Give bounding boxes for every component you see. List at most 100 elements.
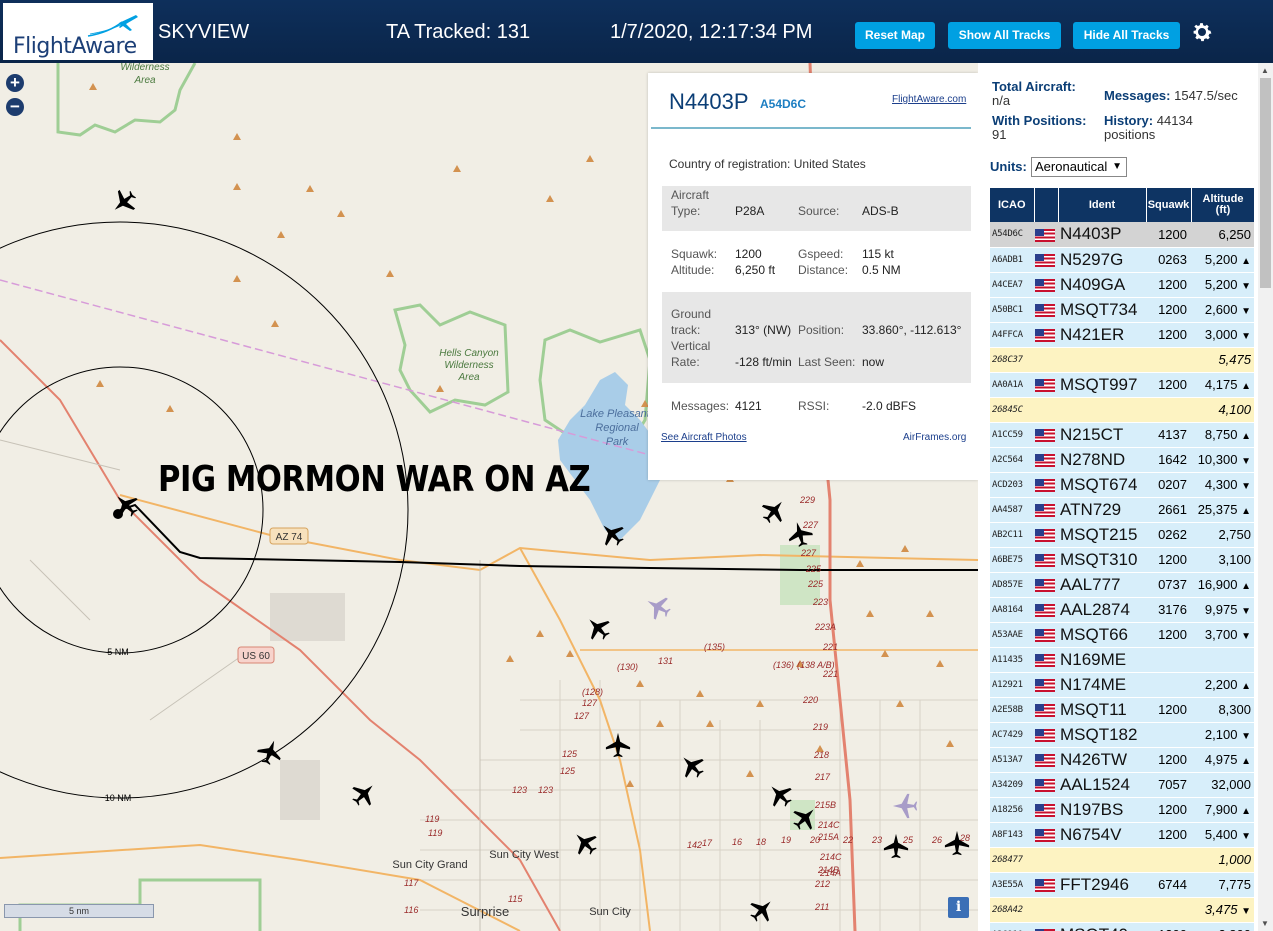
icao-cell: A8F143 [990,822,1034,848]
label-wilderness-area: Wilderness [120,63,169,73]
messages-label: Messages: [671,399,730,413]
aircraft-type-label-2: Type: [671,204,701,218]
aircraft-row[interactable]: A2C564 N278ND 1642 10,300 ▼ [990,447,1254,473]
aircraft-plane-icon[interactable] [581,611,615,645]
aircraft-row[interactable]: 268477 1,000 [990,847,1254,873]
lake-pleasant-pkwy [519,547,651,931]
aircraft-row[interactable]: A36910 MSQT401200 2,800 [990,922,1254,931]
us-flag-icon [1035,829,1055,843]
aircraft-row[interactable]: AA0A1A MSQT997 1200 4,175 ▲ [990,372,1254,398]
aircraft-row[interactable]: AB2C11 MSQT215 0262 2,750 [990,522,1254,548]
us-flag-icon [1035,579,1055,593]
aircraft-row[interactable]: A4FFCA N421ER 1200 3,000 ▼ [990,322,1254,348]
aircraft-row[interactable]: A2E58B MSQT11 1200 8,300 [990,697,1254,723]
aircraft-row[interactable]: A513A7 N426TW 1200 4,975 ▲ [990,747,1254,773]
us60-road [0,339,561,931]
aircraft-row[interactable]: A8F143 N6754V 1200 5,400 ▼ [990,822,1254,848]
city-grid [420,680,978,931]
airframes-link[interactable]: AirFrames.org [903,432,966,443]
aircraft-plane-icon[interactable] [568,826,602,860]
altitude-value: 5,400 [1204,827,1238,842]
altitude-cell: 3,100 [1191,547,1254,573]
aircraft-row[interactable]: A6BE75 MSQT310 1200 3,100 [990,547,1254,573]
ident-cell [1058,847,1146,873]
scrollbar-thumb[interactable] [1260,78,1271,288]
aircraft-plane-icon[interactable] [347,777,381,811]
aircraft-row[interactable]: A50BC1 MSQT734 1200 2,600 ▼ [990,297,1254,323]
aircraft-row[interactable]: A53AAE MSQT66 1200 3,700 ▼ [990,622,1254,648]
ident-cell: N4403P [1058,222,1146,248]
aircraft-plane-icon[interactable] [757,494,791,528]
flag-cell [1034,422,1058,448]
icao-cell: A2C564 [990,447,1034,473]
scroll-up-icon[interactable]: ▲ [1261,66,1269,75]
popup-hex: A54D6C [760,97,807,111]
aircraft-row[interactable]: AC7429 MSQT182 2,100 ▼ [990,722,1254,748]
show-all-tracks-button[interactable]: Show All Tracks [948,22,1061,49]
aircraft-row[interactable]: ACD203 MSQT674 0207 4,300 ▼ [990,472,1254,498]
aircraft-row[interactable]: AA4587 ATN729 2661 25,375 ▲ [990,497,1254,523]
aircraft-row[interactable]: A1CC59 N215CT 4137 8,750 ▲ [990,422,1254,448]
aircraft-row[interactable]: AA8164 AAL2874 3176 9,975 ▼ [990,597,1254,623]
altitude-cell: 10,300 ▼ [1191,447,1254,473]
altitude-trend-icon: ▲ [1241,506,1251,517]
aircraft-row[interactable]: 26845C 4,100 [990,397,1254,423]
col-flag[interactable] [1034,188,1059,222]
aircraft-row[interactable]: A3E55A FFT2946 6744 7,775 [990,872,1254,898]
ident-cell: MSQT66 [1058,622,1146,648]
altitude-value: 4,300 [1204,477,1238,492]
flightaware-link[interactable]: FlightAware.com [892,94,966,105]
aircraft-photos-link[interactable]: See Aircraft Photos [661,432,747,443]
aircraft-row[interactable]: 268A42 3,475 ▼ [990,897,1254,923]
altitude-cell: 2,750 [1191,522,1254,548]
exit-number-label: 215A [817,832,839,842]
hide-all-tracks-button[interactable]: Hide All Tracks [1073,22,1180,49]
aircraft-row[interactable]: 268C37 5,475 [990,347,1254,373]
altitude-value: 2,100 [1204,727,1238,742]
aircraft-plane-icon[interactable] [641,590,674,623]
col-ident[interactable]: Ident [1058,188,1147,222]
flightaware-logo[interactable]: FlightAware [3,3,153,60]
squawk-cell: 6744 [1146,872,1191,898]
flag-cell [1034,297,1058,323]
flag-cell [1034,372,1058,398]
zoom-out-button[interactable]: − [6,98,24,116]
col-altitude[interactable]: Altitude (ft) [1191,188,1254,222]
aircraft-row[interactable]: A4CEA7 N409GA 1200 5,200 ▼ [990,272,1254,298]
aircraft-row[interactable]: A6ADB1 N5297G 0263 5,200 ▲ [990,247,1254,273]
aircraft-panel: Total Aircraft: n/a Messages: 1547.5/sec… [978,63,1273,931]
exit-number-label: 125 [560,766,576,776]
rssi-value: -2.0 dBFS [862,399,917,413]
scroll-down-icon[interactable]: ▼ [1261,919,1269,928]
ident-cell: N169ME [1058,647,1146,673]
aircraft-plane-icon[interactable] [605,732,631,758]
chevron-down-icon: ▼ [1112,161,1122,172]
altitude-value: 6,250 [1218,226,1251,242]
aircraft-row[interactable]: A34209 AAL1524 7057 32,000 [990,772,1254,798]
col-icao[interactable]: ICAO [990,188,1035,222]
col-squawk[interactable]: Squawk [1146,188,1192,222]
position-value: 33.860°, -112.613° [862,323,962,337]
altitude-value: 4,975 [1204,752,1238,767]
popup-band-track [662,292,971,383]
info-button[interactable]: i [948,897,969,918]
aircraft-plane-icon[interactable] [892,793,918,819]
ground-track-label: Ground [671,307,712,321]
altitude-value: 5,200 [1204,277,1238,292]
aircraft-table-container[interactable]: ICAO Ident Squawk Altitude (ft) A54D6C N44… [990,188,1254,931]
aircraft-row[interactable]: A12921 N174ME 2,200 ▲ [990,672,1254,698]
squawk-cell [1146,647,1191,673]
zoom-in-button[interactable]: + [6,74,24,92]
exit-number-label: 217 [814,772,831,782]
ident-cell: N278ND [1058,447,1146,473]
ident-cell: MSQT182 [1058,722,1146,748]
aircraft-row[interactable]: A11435 N169ME [990,647,1254,673]
aircraft-plane-icon[interactable] [107,185,141,219]
settings-gear-icon[interactable] [1190,20,1214,44]
aircraft-row[interactable]: A54D6C N4403P 1200 6,250 [990,222,1254,248]
units-select[interactable]: Aeronautical ▼ [1031,157,1127,177]
reset-map-button[interactable]: Reset Map [855,22,935,49]
aircraft-row[interactable]: A18256 N197BS 1200 7,900 ▲ [990,797,1254,823]
exit-number-label: 22 [842,835,853,845]
aircraft-row[interactable]: AD857E AAL777 0737 16,900 ▲ [990,572,1254,598]
